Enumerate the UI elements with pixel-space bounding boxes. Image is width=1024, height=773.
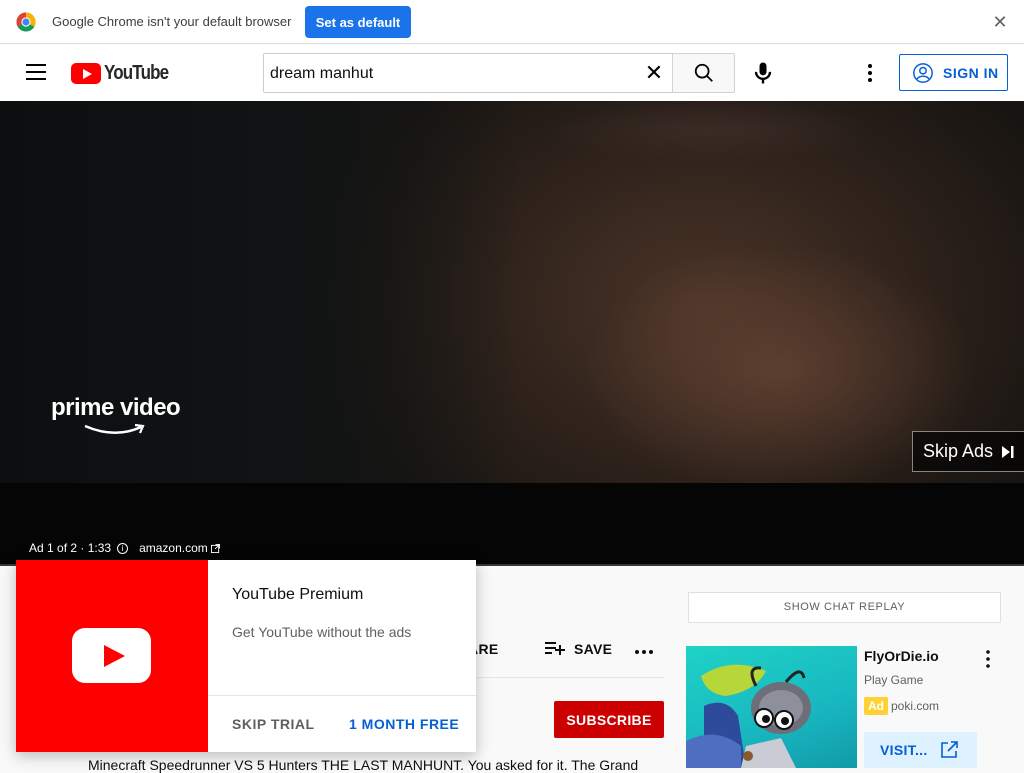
subscribe-button[interactable]: SUBSCRIBE [554, 701, 664, 738]
search-icon [694, 63, 713, 82]
account-icon [913, 63, 933, 83]
show-chat-replay-button[interactable]: SHOW CHAT REPLAY [688, 592, 1001, 623]
ad-counter: Ad 1 of 2 · 1:33 [29, 541, 112, 555]
search-box: ✕ [263, 53, 672, 93]
more-vert-icon[interactable] [860, 59, 880, 87]
premium-promo-popup: YouTube Premium Get YouTube without the … [16, 560, 476, 752]
sign-in-label: SIGN IN [943, 65, 999, 81]
divider [476, 677, 664, 678]
visit-site-button[interactable]: VISIT... [864, 732, 977, 768]
prime-video-smile-icon [84, 423, 145, 434]
info-icon[interactable]: i [117, 542, 129, 554]
set-as-default-button[interactable]: Set as default [305, 6, 411, 38]
ad-game-artwork [686, 664, 811, 768]
premium-banner [16, 560, 208, 752]
skip-icon [1002, 445, 1014, 458]
search-button[interactable] [672, 53, 735, 93]
close-icon[interactable]: ✕ [990, 12, 1010, 32]
video-frame-detail [520, 101, 900, 171]
search-input[interactable] [270, 62, 630, 86]
sign-in-button[interactable]: SIGN IN [899, 54, 1008, 91]
video-description: Minecraft Speedrunner VS 5 Hunters THE L… [88, 757, 639, 773]
default-browser-infobar: Google Chrome isn't your default browser… [0, 0, 1024, 44]
ad-card-domain: poki.com [891, 699, 940, 713]
skip-ads-label: Skip Ads [923, 441, 994, 461]
more-horiz-icon[interactable] [634, 645, 654, 659]
video-player[interactable]: prime video Skip Ads Ad 1 of 2 · 1:33 i … [0, 101, 1024, 566]
more-vert-icon[interactable] [980, 649, 996, 669]
prime-video-logo: prime video [51, 394, 181, 421]
clear-search-icon[interactable]: ✕ [642, 62, 666, 86]
ad-info: Ad 1 of 2 · 1:33 i amazon.com [29, 541, 220, 555]
premium-title: YouTube Premium [232, 586, 364, 603]
infobar-message: Google Chrome isn't your default browser [52, 14, 292, 29]
ad-thumbnail[interactable] [686, 646, 857, 768]
chrome-icon [16, 12, 36, 32]
one-month-free-button[interactable]: 1 MONTH FREE [349, 716, 459, 732]
ad-badge: Ad [864, 697, 888, 715]
mic-icon[interactable] [749, 59, 777, 87]
ad-domain-link[interactable]: amazon.com [139, 541, 208, 555]
skip-ads-button[interactable]: Skip Ads [912, 431, 1024, 472]
youtube-logo-icon [71, 62, 101, 84]
external-link-icon [941, 741, 958, 758]
ad-subtitle: Play Game [864, 673, 924, 687]
youtube-logo-icon [72, 628, 151, 683]
external-link-icon [210, 543, 220, 553]
save-label: SAVE [574, 641, 613, 657]
ad-title[interactable]: FlyOrDie.io [864, 648, 939, 664]
youtube-logo[interactable]: YouTube [71, 62, 180, 84]
youtube-header: YouTube ✕ SIGN IN [0, 45, 1024, 101]
playlist-add-icon [545, 642, 565, 655]
divider [208, 695, 476, 696]
save-button[interactable]: SAVE [545, 641, 612, 657]
visit-label: VISIT... [880, 742, 928, 758]
menu-icon[interactable] [26, 64, 46, 80]
premium-description: Get YouTube without the ads [232, 624, 412, 640]
skip-trial-button[interactable]: SKIP TRIAL [232, 716, 315, 732]
youtube-logo-text: YouTube [104, 61, 169, 84]
